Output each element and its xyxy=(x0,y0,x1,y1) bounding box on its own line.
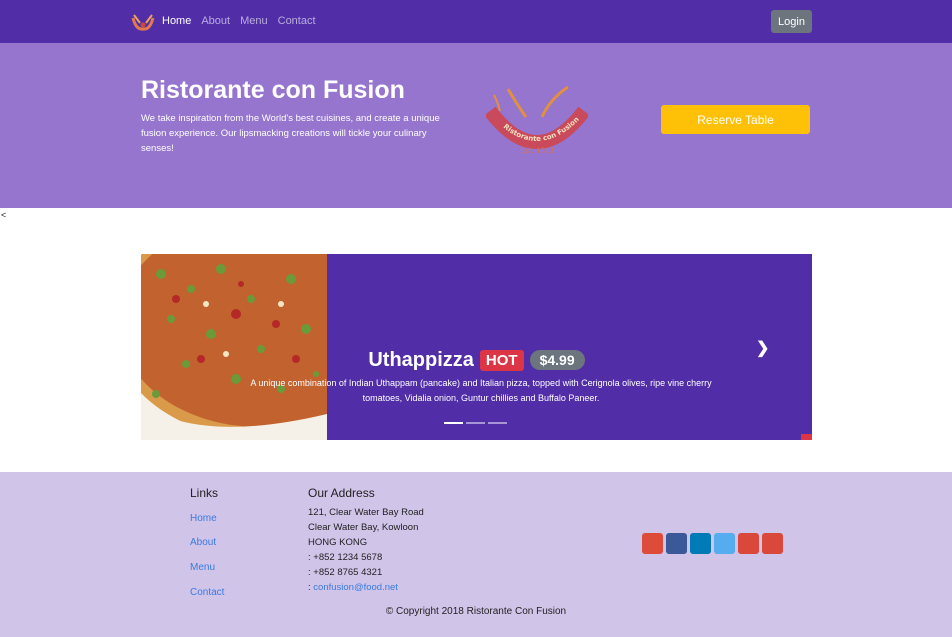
carousel-corner-marker xyxy=(801,434,812,440)
fax-line: : +852 8765 4321 xyxy=(308,567,383,578)
nav-link-about[interactable]: About xyxy=(201,15,230,27)
email-link[interactable]: confusion@food.net xyxy=(313,582,398,593)
address-heading: Our Address xyxy=(308,486,375,500)
chevron-right-icon[interactable]: ❯ xyxy=(756,338,769,358)
address-line: Clear Water Bay, Kowloon xyxy=(308,522,419,533)
stray-text: < xyxy=(1,210,7,220)
youtube-icon[interactable] xyxy=(738,533,759,554)
carousel-indicator[interactable] xyxy=(488,422,507,424)
address-line: 121, Clear Water Bay Road xyxy=(308,507,424,518)
svg-text:Est. 1813: Est. 1813 xyxy=(520,147,554,155)
footer-link-menu[interactable]: Menu xyxy=(190,562,215,573)
jumbotron: Ristorante con Fusion We take inspiratio… xyxy=(0,43,952,208)
dish-heading: Uthappizza HOT $4.99 xyxy=(141,346,812,374)
dish-description: A unique combination of Indian Uthappam … xyxy=(250,378,712,403)
restaurant-title: Ristorante con Fusion xyxy=(141,76,405,104)
nav-link-contact[interactable]: Contact xyxy=(278,15,316,27)
navbar: Home About Menu Contact Login xyxy=(0,0,952,43)
restaurant-description: We take inspiration from the World's bes… xyxy=(141,113,440,154)
social-links xyxy=(642,533,783,554)
nav-link-home[interactable]: Home xyxy=(162,15,191,27)
carousel-indicator[interactable] xyxy=(444,422,463,424)
dish-name: Uthappizza xyxy=(368,348,474,371)
footer-link-contact[interactable]: Contact xyxy=(190,587,224,598)
price-badge: $4.99 xyxy=(529,350,585,370)
restaurant-logo-icon: Ristorante con Fusion Est. 1813 xyxy=(486,85,588,155)
footer: Links Home About Menu Contact Our Addres… xyxy=(0,472,952,637)
google-plus-icon[interactable] xyxy=(642,533,663,554)
brand-logo-icon[interactable] xyxy=(131,12,155,32)
hot-badge: HOT xyxy=(479,349,524,371)
address-line: HONG KONG xyxy=(308,537,368,548)
links-heading: Links xyxy=(190,486,219,500)
twitter-icon[interactable] xyxy=(714,533,735,554)
carousel-caption: Uthappizza HOT $4.99 xyxy=(141,346,812,374)
carousel-indicators xyxy=(444,422,507,424)
mail-icon[interactable] xyxy=(762,533,783,554)
dish-carousel[interactable]: Uthappizza HOT $4.99 A unique combinatio… xyxy=(141,254,812,440)
facebook-icon[interactable] xyxy=(666,533,687,554)
email-line: : confusion@food.net xyxy=(308,582,398,593)
footer-link-home[interactable]: Home xyxy=(190,513,217,524)
reserve-table-button[interactable]: Reserve Table xyxy=(661,105,810,134)
login-button[interactable]: Login xyxy=(771,10,812,33)
carousel-indicator[interactable] xyxy=(466,422,485,424)
phone-line: : +852 1234 5678 xyxy=(308,552,383,563)
nav-links: Home About Menu Contact xyxy=(162,15,316,27)
footer-link-about[interactable]: About xyxy=(190,537,216,548)
nav-link-menu[interactable]: Menu xyxy=(240,15,268,27)
copyright-text: © Copyright 2018 Ristorante Con Fusion xyxy=(385,606,567,617)
linkedin-icon[interactable] xyxy=(690,533,711,554)
